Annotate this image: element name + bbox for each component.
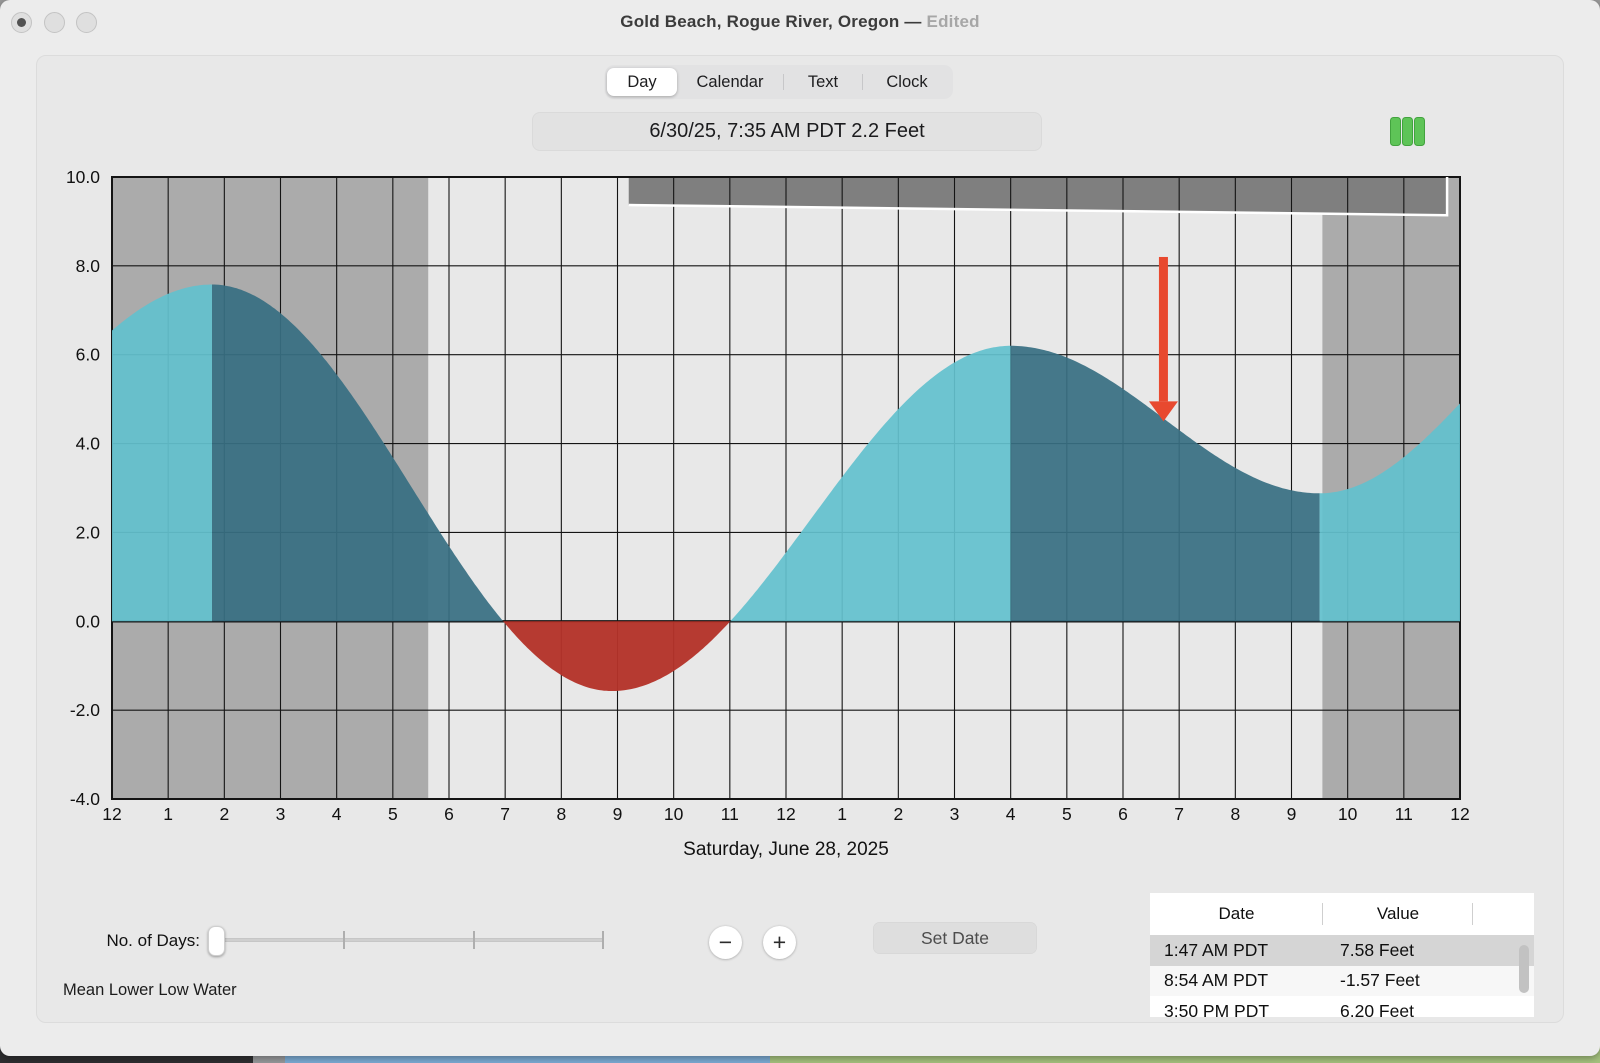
tab-text[interactable]: Text bbox=[784, 68, 862, 96]
table-header-row: Date Value bbox=[1150, 893, 1534, 935]
table-scrollbar-thumb[interactable] bbox=[1519, 945, 1529, 993]
table-row[interactable]: 3:50 PM PDT 6.20 Feet bbox=[1150, 996, 1534, 1017]
slider-tick bbox=[473, 931, 475, 949]
x-axis-tick-label: 8 bbox=[556, 804, 566, 824]
x-axis-tick-label: 9 bbox=[1287, 804, 1297, 824]
x-axis-tick-label: 4 bbox=[332, 804, 342, 824]
tide-fill-rising bbox=[112, 285, 212, 622]
app-window: Gold Beach, Rogue River, Oregon — Edited… bbox=[0, 0, 1600, 1056]
column-separator bbox=[1472, 903, 1473, 925]
x-axis-tick-label: 3 bbox=[276, 804, 286, 824]
x-axis-tick-label: 5 bbox=[1062, 804, 1072, 824]
y-axis-tick-label: 8.0 bbox=[76, 256, 101, 276]
table-row[interactable]: 1:47 AM PDT 7.58 Feet bbox=[1150, 935, 1534, 966]
x-axis-tick-label: 6 bbox=[444, 804, 454, 824]
x-axis-tick-label: 11 bbox=[721, 804, 739, 824]
x-axis-tick-label: 12 bbox=[776, 804, 795, 824]
y-axis-tick-label: 0.0 bbox=[76, 611, 101, 631]
marker-arrow-shaft bbox=[1159, 257, 1168, 401]
event-value: 6.20 Feet bbox=[1324, 1001, 1414, 1017]
table-row[interactable]: 8:54 AM PDT -1.57 Feet bbox=[1150, 966, 1534, 997]
y-axis-tick-label: 4.0 bbox=[76, 434, 101, 454]
x-axis-tick-label: 10 bbox=[664, 804, 684, 824]
moon-phase-icon bbox=[1390, 117, 1425, 146]
increment-day-button[interactable]: + bbox=[763, 926, 796, 959]
x-axis-tick-label: 12 bbox=[1450, 804, 1469, 824]
x-axis-tick-label: 2 bbox=[219, 804, 229, 824]
x-axis-tick-label: 5 bbox=[388, 804, 398, 824]
event-time: 3:50 PM PDT bbox=[1150, 1001, 1324, 1017]
slider-track[interactable] bbox=[215, 938, 603, 942]
cursor-reading-box: 6/30/25, 7:35 AM PDT 2.2 Feet bbox=[532, 112, 1042, 151]
moon-phase-bar bbox=[1390, 117, 1401, 146]
x-axis-tick-label: 7 bbox=[1174, 804, 1184, 824]
y-axis-tick-label: 10.0 bbox=[66, 167, 100, 187]
x-axis-tick-label: 9 bbox=[613, 804, 623, 824]
moon-phase-bar bbox=[1402, 117, 1413, 146]
x-axis-tick-label: 4 bbox=[1006, 804, 1016, 824]
y-axis-tick-label: 2.0 bbox=[76, 522, 101, 542]
moon-phase-bar bbox=[1414, 117, 1425, 146]
x-axis-tick-label: 2 bbox=[893, 804, 903, 824]
decrement-day-button[interactable]: − bbox=[709, 926, 742, 959]
tab-day[interactable]: Day bbox=[607, 68, 677, 96]
event-value: 7.58 Feet bbox=[1324, 940, 1414, 961]
event-time: 1:47 AM PDT bbox=[1150, 940, 1324, 961]
event-value: -1.57 Feet bbox=[1324, 970, 1420, 991]
tide-events-table: Date Value 1:47 AM PDT 7.58 Feet 8:54 AM… bbox=[1150, 893, 1534, 1017]
x-axis-tick-label: 8 bbox=[1230, 804, 1240, 824]
x-axis-tick-label: 6 bbox=[1118, 804, 1128, 824]
days-slider[interactable] bbox=[215, 927, 610, 957]
y-axis-tick-label: -4.0 bbox=[70, 789, 100, 809]
tide-fill-rising bbox=[730, 346, 1010, 622]
datum-label: Mean Lower Low Water bbox=[63, 981, 237, 1000]
x-axis-tick-label: 7 bbox=[500, 804, 510, 824]
tide-fill-below-zero bbox=[503, 621, 731, 691]
slider-tick bbox=[602, 931, 604, 949]
x-axis-tick-label: 1 bbox=[163, 804, 173, 824]
tab-calendar[interactable]: Calendar bbox=[677, 68, 783, 96]
set-date-button[interactable]: Set Date bbox=[873, 922, 1037, 954]
y-axis-tick-label: -2.0 bbox=[70, 700, 100, 720]
table-header-value[interactable]: Value bbox=[1323, 904, 1473, 924]
slider-tick bbox=[343, 931, 345, 949]
event-time: 8:54 AM PDT bbox=[1150, 970, 1324, 991]
table-header-date[interactable]: Date bbox=[1150, 904, 1323, 924]
days-slider-label: No. of Days: bbox=[40, 931, 200, 951]
view-mode-tabs: Day Calendar Text Clock bbox=[605, 65, 953, 99]
slider-thumb[interactable] bbox=[208, 926, 225, 956]
x-axis-tick-label: 11 bbox=[1395, 804, 1413, 824]
x-axis-tick-label: 1 bbox=[837, 804, 847, 824]
tab-clock[interactable]: Clock bbox=[863, 68, 951, 96]
x-axis-tick-label: 3 bbox=[950, 804, 960, 824]
y-axis-tick-label: 6.0 bbox=[76, 345, 101, 365]
x-axis-tick-label: 12 bbox=[102, 804, 121, 824]
chart-date-label: Saturday, June 28, 2025 bbox=[112, 839, 1460, 861]
x-axis-tick-label: 10 bbox=[1338, 804, 1358, 824]
